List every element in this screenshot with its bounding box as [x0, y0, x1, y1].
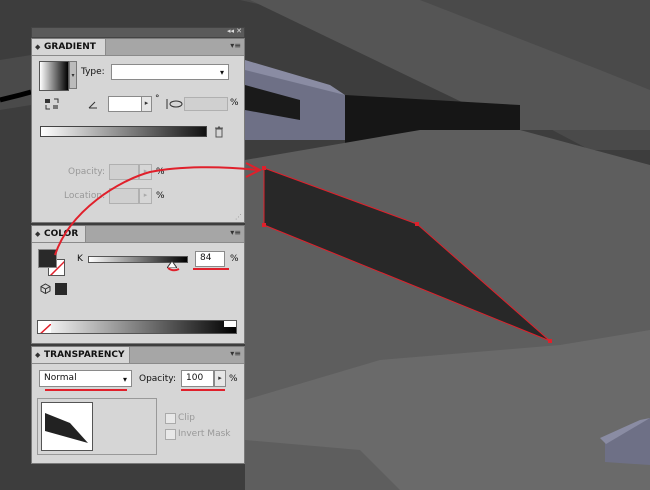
annotation-arrow-curve — [54, 166, 259, 256]
annotation-tick-mark — [167, 267, 180, 272]
annotation-arrows — [54, 162, 263, 272]
